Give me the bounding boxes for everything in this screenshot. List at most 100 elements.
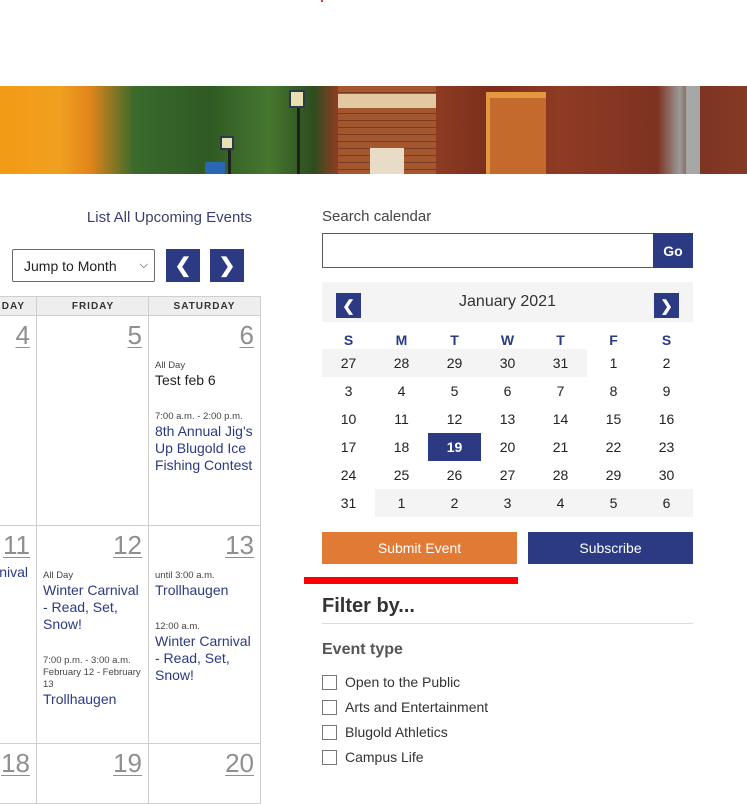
calendar-day-cell: 19 — [36, 744, 149, 804]
event-type-filter-option[interactable]: Open to the Public — [322, 674, 460, 690]
calendar-day-cell: 4 — [0, 316, 37, 526]
calendar-day-cell: 20 — [148, 744, 261, 804]
event-title-link[interactable]: nival — [0, 564, 28, 581]
search-calendar-input[interactable] — [322, 233, 654, 268]
calendar-event: nival — [0, 564, 28, 581]
event-title-link[interactable]: Test feb 6 — [155, 372, 259, 389]
calendar-day-number-link[interactable]: 19 — [113, 748, 142, 779]
hero-lamp-post — [297, 100, 300, 174]
filter-checkbox[interactable] — [322, 699, 337, 715]
hero-lamp-head — [289, 90, 305, 108]
search-go-button[interactable]: Go — [653, 233, 693, 268]
event-title-link[interactable]: 8th Annual Jig's Up Blugold Ice Fishing … — [155, 423, 259, 474]
list-all-upcoming-events-link[interactable]: List All Upcoming Events — [87, 209, 252, 226]
calendar-day-number-link[interactable]: 20 — [225, 748, 254, 779]
mini-calendar-day[interactable]: 5 — [587, 489, 640, 517]
mini-calendar-day[interactable]: 1 — [375, 489, 428, 517]
mini-calendar-day[interactable]: 12 — [428, 405, 481, 433]
calendar-day-number-link[interactable]: 4 — [16, 320, 30, 351]
jump-to-month-select[interactable]: Jump to Month ⌵ — [12, 249, 155, 282]
filter-checkbox[interactable] — [322, 674, 337, 690]
mini-calendar-day[interactable]: 15 — [587, 405, 640, 433]
mini-calendar-day[interactable]: 24 — [322, 461, 375, 489]
mini-calendar-day[interactable]: 6 — [640, 489, 693, 517]
hero-plaque — [370, 148, 404, 174]
mini-calendar-day[interactable]: 3 — [481, 489, 534, 517]
mini-calendar-day[interactable]: 4 — [375, 377, 428, 405]
mini-calendar-day[interactable]: 14 — [534, 405, 587, 433]
mini-calendar-day[interactable]: 26 — [428, 461, 481, 489]
jump-to-month-value: Jump to Month — [24, 257, 117, 274]
filter-checkbox[interactable] — [322, 724, 337, 740]
calendar-event: All Day Winter Carnival - Read, Set, Snow… — [43, 570, 147, 633]
mini-calendar-day-today[interactable]: 19 — [428, 433, 481, 461]
search-calendar-label: Search calendar — [322, 208, 432, 225]
calendar-day-number-link[interactable]: 6 — [240, 320, 254, 351]
weekday-header-saturday: SATURDAY — [148, 296, 261, 316]
filter-option-label: Open to the Public — [345, 674, 461, 690]
mini-calendar-day[interactable]: 9 — [640, 377, 693, 405]
calendar-day-number-link[interactable]: 5 — [128, 320, 142, 351]
mini-calendar-day[interactable]: 3 — [322, 377, 375, 405]
mini-calendar-day[interactable]: 20 — [481, 433, 534, 461]
mini-calendar-day[interactable]: 29 — [428, 349, 481, 377]
mini-calendar-day[interactable]: 2 — [428, 489, 481, 517]
event-type-filter-option[interactable]: Blugold Athletics — [322, 724, 448, 740]
mini-calendar-day[interactable]: 29 — [587, 461, 640, 489]
mini-calendar-day[interactable]: 7 — [534, 377, 587, 405]
mini-calendar-day[interactable]: 23 — [640, 433, 693, 461]
mini-calendar-day[interactable]: 6 — [481, 377, 534, 405]
event-title-link[interactable]: Winter Carnival - Read, Set, Snow! — [155, 633, 259, 684]
calendar-day-number-link[interactable]: 12 — [113, 530, 142, 561]
mini-calendar-day[interactable]: 17 — [322, 433, 375, 461]
event-time: 7:00 p.m. - 3:00 a.m. February 12 - Febr… — [43, 655, 141, 690]
mini-calendar-day[interactable]: 27 — [481, 461, 534, 489]
event-time: All Day — [155, 360, 186, 371]
event-title-link[interactable]: Winter Carnival - Read, Set, Snow! — [43, 582, 147, 633]
event-title-link[interactable]: Trollhaugen — [43, 691, 147, 708]
calendar-day-number-link[interactable]: 13 — [225, 530, 254, 561]
mini-calendar-weekday: T — [556, 332, 565, 348]
prev-month-button[interactable]: ❮ — [166, 249, 200, 282]
calendar-event: All Day Test feb 6 — [155, 360, 259, 389]
mini-calendar-day[interactable]: 21 — [534, 433, 587, 461]
calendar-event: 12:00 a.m. Winter Carnival - Read, Set, S… — [155, 621, 259, 684]
submit-event-button[interactable]: Submit Event — [322, 532, 517, 564]
mini-calendar-day[interactable]: 31 — [534, 349, 587, 377]
mini-calendar-day[interactable]: 25 — [375, 461, 428, 489]
filter-option-label: Blugold Athletics — [345, 724, 448, 740]
mini-calendar-day[interactable]: 8 — [587, 377, 640, 405]
mini-next-month-button[interactable]: ❯ — [654, 293, 679, 318]
event-type-filter-option[interactable]: Campus Life — [322, 749, 424, 765]
mini-calendar-day[interactable]: 1 — [587, 349, 640, 377]
filter-option-label: Arts and Entertainment — [345, 699, 489, 715]
mini-calendar-day[interactable]: 28 — [534, 461, 587, 489]
event-time: until 3:00 a.m. — [155, 570, 215, 581]
filter-checkbox[interactable] — [322, 749, 337, 765]
calendar-day-number-link[interactable]: 11 — [3, 530, 30, 561]
mini-calendar-day[interactable]: 5 — [428, 377, 481, 405]
hero-sign — [205, 162, 225, 174]
mini-calendar-day[interactable]: 30 — [481, 349, 534, 377]
calendar-day-cell: 6 All Day Test feb 6 7:00 a.m. - 2:00 p.m. 8… — [148, 316, 261, 526]
subscribe-button[interactable]: Subscribe — [528, 532, 693, 564]
mini-calendar-day[interactable]: 31 — [322, 489, 375, 517]
hero-pillar-cap — [338, 94, 436, 108]
mini-calendar-day[interactable]: 18 — [375, 433, 428, 461]
next-month-button[interactable]: ❯ — [210, 249, 244, 282]
calendar-day-number-link[interactable]: 18 — [1, 748, 30, 779]
mini-calendar-day[interactable]: 10 — [322, 405, 375, 433]
mini-calendar-day[interactable]: 13 — [481, 405, 534, 433]
weekday-header-thursday: DAY — [0, 296, 37, 316]
mini-calendar-day[interactable]: 16 — [640, 405, 693, 433]
event-type-filter-option[interactable]: Arts and Entertainment — [322, 699, 488, 715]
mini-calendar-day[interactable]: 2 — [640, 349, 693, 377]
mini-calendar-day[interactable]: 22 — [587, 433, 640, 461]
hero-pole — [686, 86, 700, 174]
mini-calendar-day[interactable]: 4 — [534, 489, 587, 517]
mini-calendar-day[interactable]: 27 — [322, 349, 375, 377]
mini-calendar-day[interactable]: 11 — [375, 405, 428, 433]
event-title-link[interactable]: Trollhaugen — [155, 582, 259, 599]
mini-calendar-day[interactable]: 30 — [640, 461, 693, 489]
mini-calendar-day[interactable]: 28 — [375, 349, 428, 377]
